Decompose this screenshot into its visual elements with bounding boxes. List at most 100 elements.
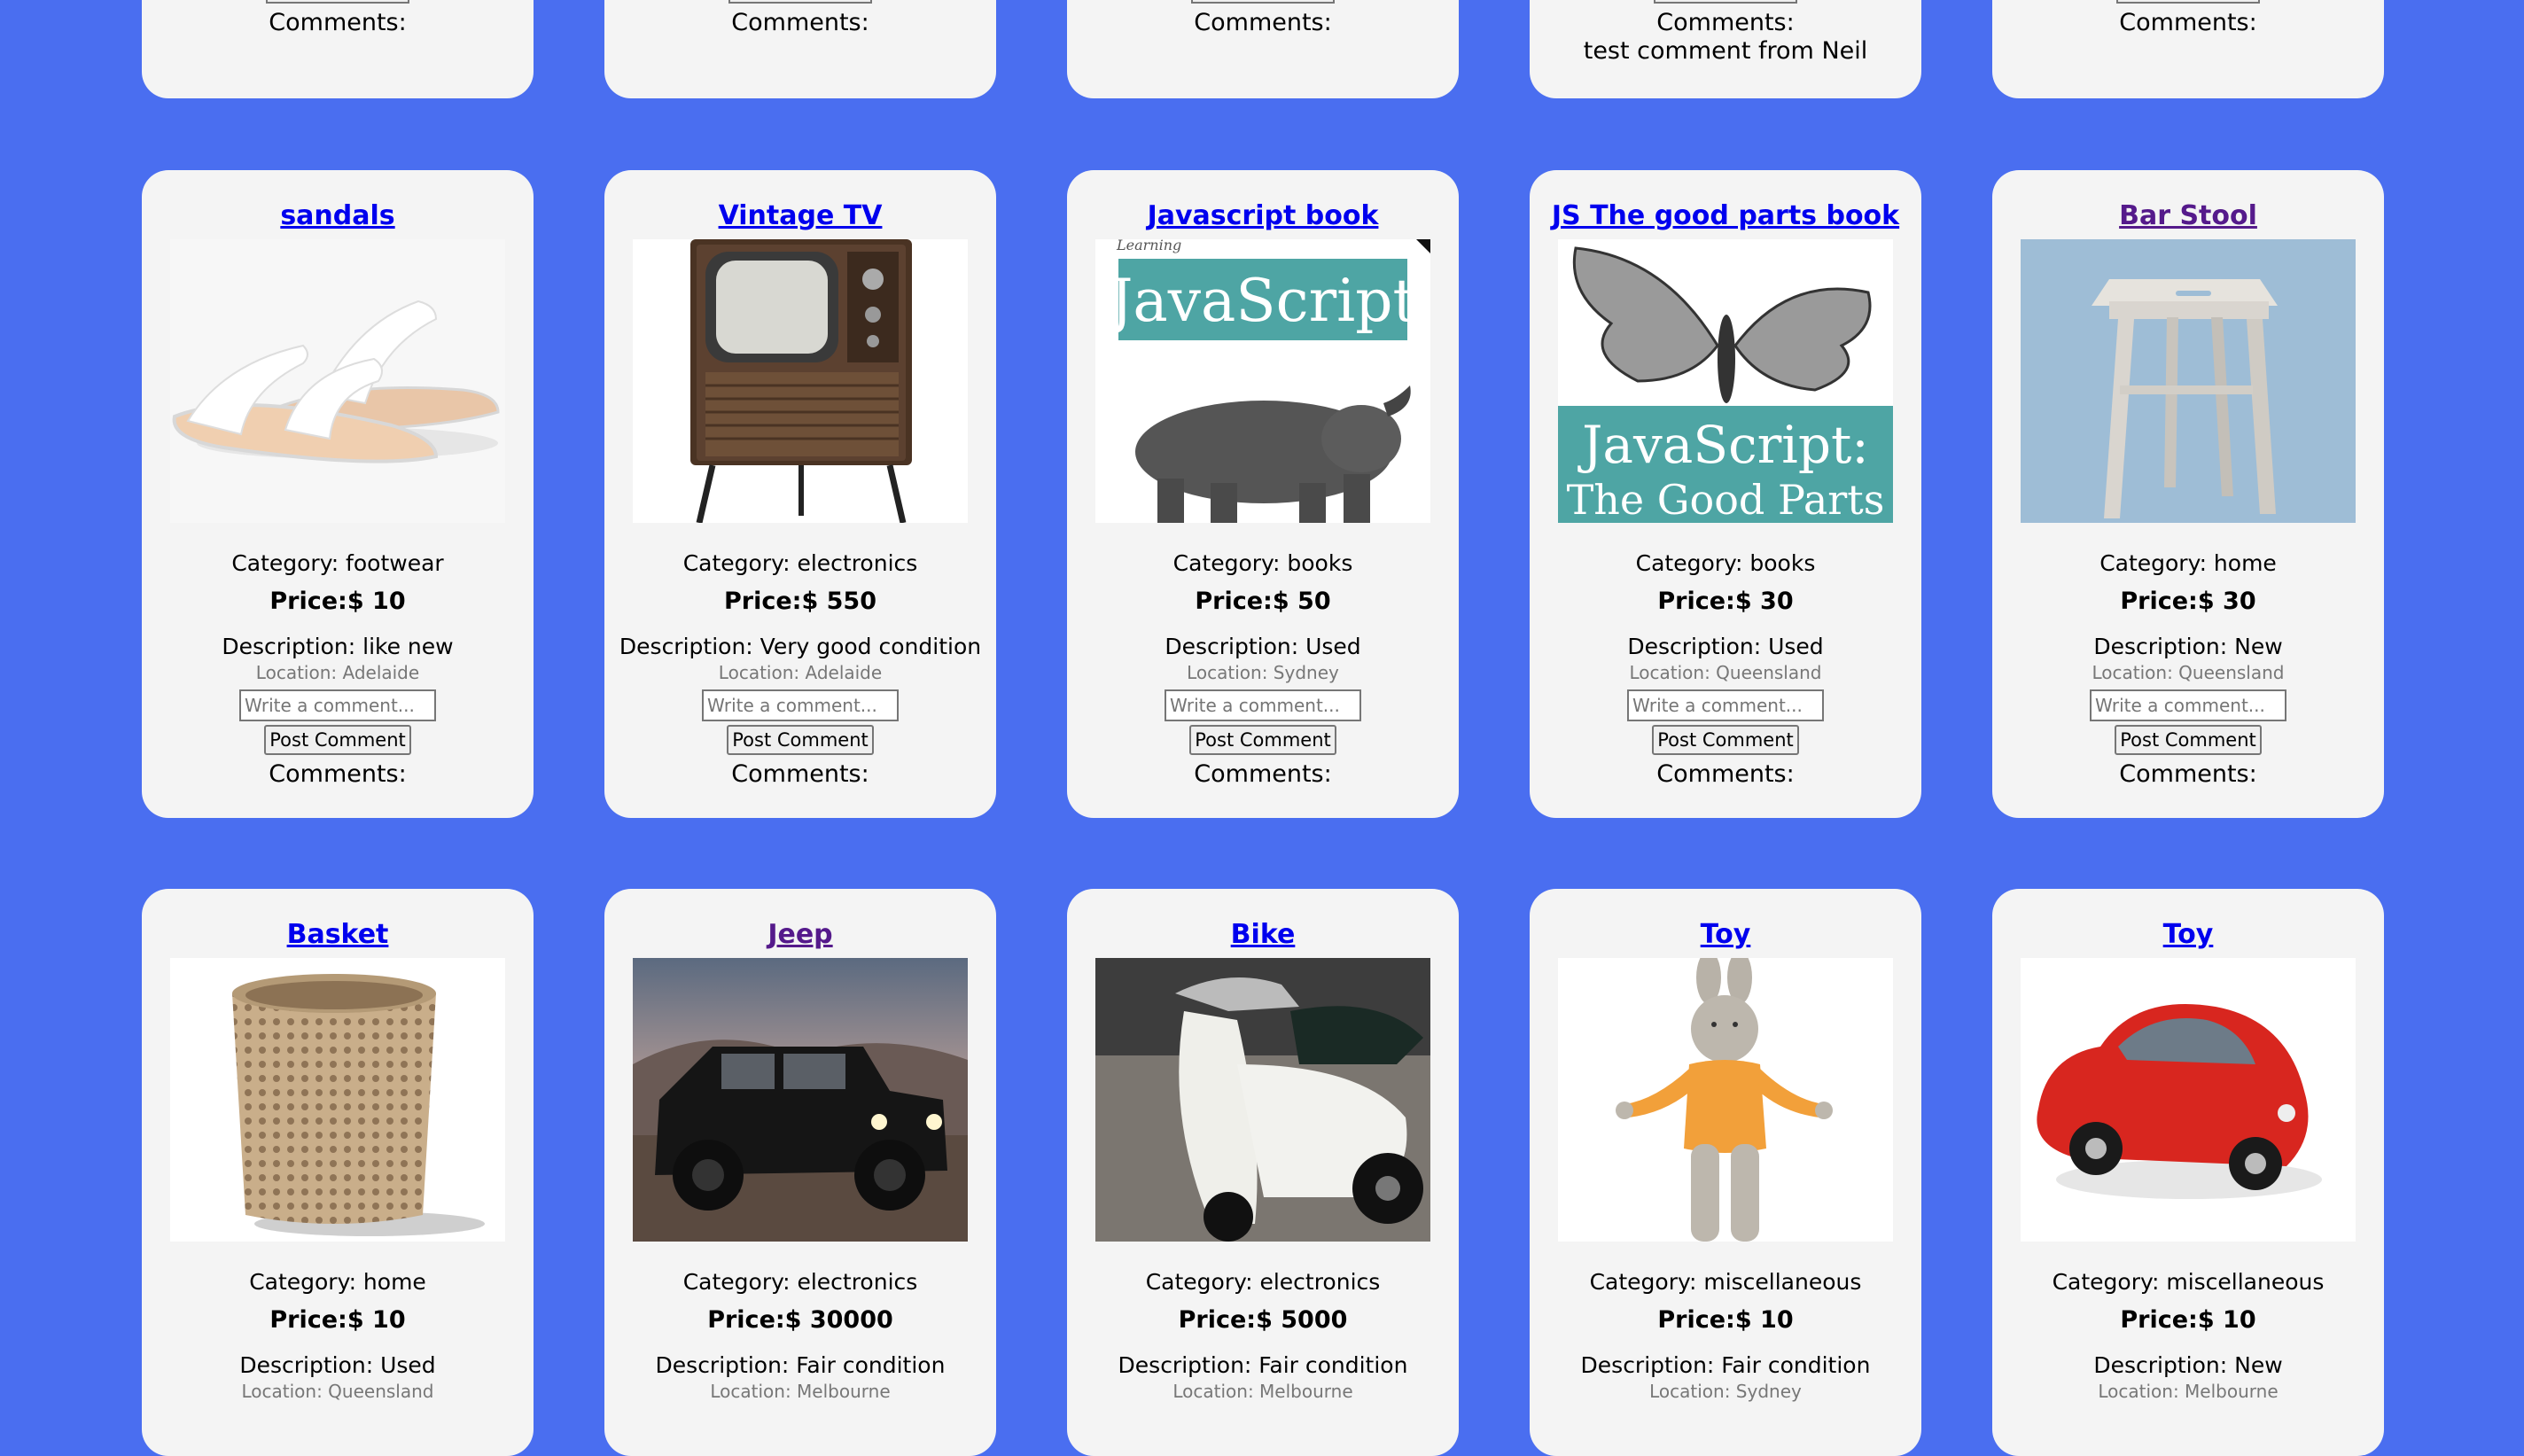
listing-title-link[interactable]: Toy	[1992, 889, 2384, 953]
listing-category: Category: electronics	[1145, 1269, 1381, 1295]
listing-description: Description: Used	[1165, 634, 1361, 659]
listing-card: Comments:	[1067, 0, 1459, 98]
comment-input[interactable]	[239, 689, 436, 721]
listing-description: Description: Used	[1627, 634, 1824, 659]
comments-label: Comments:	[2119, 9, 2257, 36]
listing-location: Location: Adelaide	[255, 662, 420, 683]
listing-card: Toy Category: miscellaneous Price:$ 10 D…	[1530, 889, 1921, 1456]
listing-location: Location: Sydney	[1187, 662, 1339, 683]
comment-input[interactable]	[702, 689, 899, 721]
comments-label: Comments:	[1656, 760, 1795, 788]
comment-input[interactable]	[1165, 689, 1361, 721]
comments-label: Comments:	[2119, 760, 2257, 788]
listing-title-link[interactable]: Basket	[142, 889, 534, 953]
listing-description: Description: Very good condition	[619, 634, 982, 659]
listing-row-bottom: Basket Category: home Price:$ 10 Descrip…	[142, 889, 2384, 1456]
listing-price: Price:$ 10	[269, 588, 406, 615]
post-comment-button[interactable]	[1654, 0, 1797, 4]
listing-category: Category: home	[2099, 550, 2277, 576]
comments-label: Comments:	[269, 760, 407, 788]
listing-card: JS The good parts book JavaScript: The G…	[1530, 170, 1921, 818]
listing-price: Price:$ 5000	[1178, 1306, 1348, 1334]
comments-label: Comments:	[1194, 760, 1332, 788]
post-comment-button[interactable]: Post Comment	[2115, 725, 2262, 755]
comment-input[interactable]	[1627, 689, 1824, 721]
listing-title-link[interactable]: Bike	[1067, 889, 1459, 953]
js-book-image: Learning JavaScript	[1095, 239, 1430, 523]
post-comment-button[interactable]	[2116, 0, 2260, 4]
listing-category: Category: footwear	[231, 550, 444, 576]
bunny-toy-image	[1558, 958, 1893, 1242]
listing-price: Price:$ 50	[1195, 588, 1331, 615]
listing-location: Location: Queensland	[2092, 662, 2285, 683]
cover-line1-text: JavaScript:	[1578, 415, 1869, 475]
listing-card: Javascript book Learning JavaScript Cate…	[1067, 170, 1459, 818]
listing-row-middle: sandals Category: footwear Price:$ 10 De…	[142, 170, 2384, 818]
listing-title-link[interactable]: Jeep	[604, 889, 996, 953]
listing-card: Comments:	[1992, 0, 2384, 98]
post-comment-button[interactable]	[728, 0, 872, 4]
listing-card: Vintage TV Category: electronics Price:$…	[604, 170, 996, 818]
listing-description: Description: Fair condition	[1580, 1352, 1871, 1378]
comment-input[interactable]	[2090, 689, 2286, 721]
listing-description: Description: New	[2093, 1352, 2283, 1378]
listing-card: Toy Category: miscellaneous Price:$ 10 D…	[1992, 889, 2384, 1456]
post-comment-button[interactable]	[1191, 0, 1335, 4]
listing-category: Category: books	[1635, 550, 1816, 576]
listing-description: Description: Fair condition	[1118, 1352, 1408, 1378]
post-comment-button[interactable]	[266, 0, 409, 4]
listing-category: Category: electronics	[682, 1269, 918, 1295]
listing-card: Comments: test comment from Neil	[1530, 0, 1921, 98]
comments-label: Comments:	[731, 760, 869, 788]
listing-title-link[interactable]: JS The good parts book	[1530, 170, 1921, 234]
cover-big-text: JavaScript	[1104, 267, 1416, 335]
comments-label: Comments:	[269, 9, 407, 36]
listing-title-link[interactable]: Bar Stool	[1992, 170, 2384, 234]
listing-price: Price:$ 10	[269, 1306, 406, 1334]
listing-card: sandals Category: footwear Price:$ 10 De…	[142, 170, 534, 818]
listing-price: Price:$ 30000	[707, 1306, 893, 1334]
listing-category: Category: home	[249, 1269, 426, 1295]
listing-location: Location: Melbourne	[1172, 1381, 1353, 1402]
cover-line2-text: The Good Parts	[1567, 476, 1885, 523]
listing-location: Location: Queensland	[1629, 662, 1822, 683]
post-comment-button[interactable]: Post Comment	[264, 725, 411, 755]
listing-category: Category: miscellaneous	[1589, 1269, 1862, 1295]
listing-card: Bar Stool Category: home Price:$ 30 Desc…	[1992, 170, 2384, 818]
listing-location: Location: Sydney	[1649, 1381, 1802, 1402]
post-comment-button[interactable]: Post Comment	[1189, 725, 1336, 755]
listing-card: Comments:	[604, 0, 996, 98]
listing-title-link[interactable]: Toy	[1530, 889, 1921, 953]
listing-price: Price:$ 30	[1657, 588, 1794, 615]
listing-card: Jeep Category: electronics Price:$ 30000…	[604, 889, 996, 1456]
listing-title-link[interactable]: sandals	[142, 170, 534, 234]
listing-card: Basket Category: home Price:$ 10 Descrip…	[142, 889, 534, 1456]
listing-price: Price:$ 550	[723, 588, 877, 615]
listing-price: Price:$ 30	[2120, 588, 2256, 615]
listing-title-link[interactable]: Javascript book	[1067, 170, 1459, 234]
toy-car-image	[2021, 958, 2356, 1242]
comments-label: Comments:	[1194, 9, 1332, 36]
listing-location: Location: Melbourne	[2098, 1381, 2279, 1402]
listing-description: Description: Used	[239, 1352, 436, 1378]
sandals-image	[170, 239, 505, 523]
cover-small-text: Learning	[1116, 239, 1181, 253]
listing-title-link[interactable]: Vintage TV	[604, 170, 996, 234]
post-comment-button[interactable]: Post Comment	[727, 725, 874, 755]
good-parts-image: JavaScript: The Good Parts	[1558, 239, 1893, 523]
listing-card: Comments:	[142, 0, 534, 98]
stool-image	[2021, 239, 2356, 523]
listing-location: Location: Melbourne	[710, 1381, 891, 1402]
comments-label: Comments:	[731, 9, 869, 36]
listing-price: Price:$ 10	[2120, 1306, 2256, 1334]
tv-image	[633, 239, 968, 523]
listing-price: Price:$ 10	[1657, 1306, 1794, 1334]
listing-description: Description: like new	[222, 634, 454, 659]
listing-category: Category: electronics	[682, 550, 918, 576]
scooter-image	[1095, 958, 1430, 1242]
basket-image	[170, 958, 505, 1242]
listing-description: Description: New	[2093, 634, 2283, 659]
listing-category: Category: miscellaneous	[2052, 1269, 2325, 1295]
listing-card: Bike Category: electronics Price:$ 5000 …	[1067, 889, 1459, 1456]
post-comment-button[interactable]: Post Comment	[1652, 725, 1799, 755]
